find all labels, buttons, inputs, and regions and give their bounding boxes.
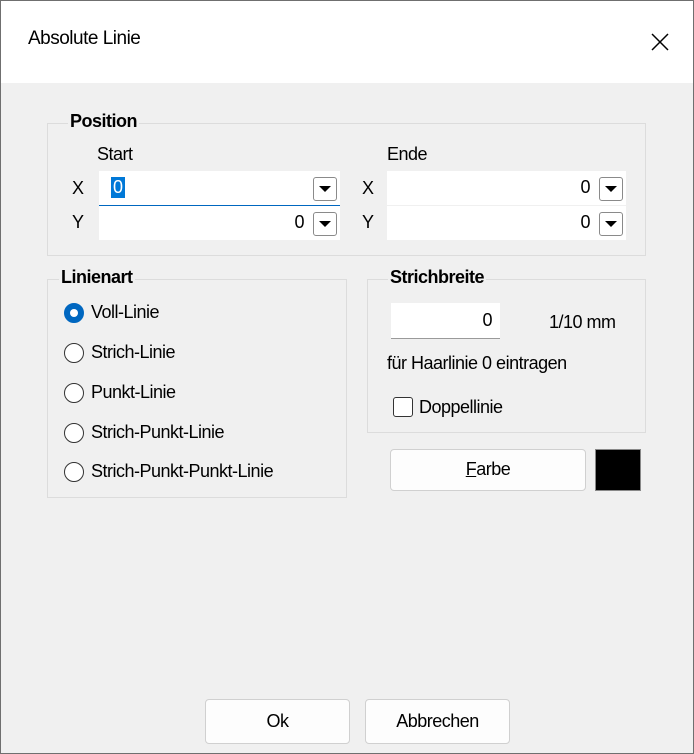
strichbreite-group-title: Strichbreite <box>388 267 487 288</box>
close-button[interactable] <box>637 19 683 65</box>
farbe-mnemonic: F <box>465 459 477 479</box>
chevron-down-icon[interactable] <box>313 177 337 201</box>
title-bar: Absolute Linie <box>1 1 693 83</box>
doppellinie-checkbox-row[interactable]: Doppellinie <box>393 396 543 420</box>
end-label: Ende <box>387 144 428 164</box>
chevron-down-icon[interactable] <box>313 212 337 236</box>
cancel-button[interactable]: Abbrechen <box>365 699 510 744</box>
farbe-rest: arbe <box>476 459 511 479</box>
farbe-button-label: Farbe <box>391 459 585 480</box>
window-title: Absolute Linie <box>28 28 141 49</box>
start-label: Start <box>97 144 133 164</box>
radio-button[interactable] <box>64 462 84 482</box>
doppellinie-checkbox[interactable] <box>393 397 413 417</box>
ok-button-label: Ok <box>266 711 289 731</box>
end-x-combo[interactable]: 0 <box>387 171 626 205</box>
strichbreite-hint: für Haarlinie 0 eintragen <box>387 353 567 373</box>
radio-button[interactable] <box>64 383 84 403</box>
start-y-value: 0 <box>294 212 304 232</box>
radio-button[interactable] <box>64 423 84 443</box>
start-x-combo[interactable]: 0 <box>99 171 340 207</box>
strichbreite-input[interactable]: 0 <box>391 303 500 339</box>
start-y-label: Y <box>72 212 84 232</box>
chevron-down-icon[interactable] <box>599 212 623 236</box>
linienart-group-title: Linienart <box>59 267 135 288</box>
farbe-button[interactable]: Farbe <box>390 449 586 491</box>
color-swatch[interactable] <box>595 449 641 491</box>
cancel-button-label: Abbrechen <box>396 711 479 731</box>
start-x-label: X <box>72 178 84 198</box>
end-x-label: X <box>362 178 374 198</box>
radio-label: Strich-Punkt-Linie <box>91 422 225 442</box>
radio-label: Voll-Linie <box>91 302 160 322</box>
strichbreite-unit: 1/10 mm <box>549 312 616 332</box>
dialog-window: Absolute Linie Position Start Ende X Y X… <box>0 0 694 754</box>
start-x-value: 0 <box>111 177 125 198</box>
end-x-value: 0 <box>580 177 590 197</box>
radio-button[interactable] <box>64 303 84 323</box>
chevron-down-icon[interactable] <box>599 177 623 201</box>
end-y-label: Y <box>362 212 374 232</box>
end-y-combo[interactable]: 0 <box>387 206 626 240</box>
end-y-value: 0 <box>580 212 590 232</box>
radio-button[interactable] <box>64 343 84 363</box>
position-group-title: Position <box>68 111 139 132</box>
strichbreite-value: 0 <box>482 310 492 330</box>
close-icon <box>651 33 669 51</box>
start-y-combo[interactable]: 0 <box>99 206 340 240</box>
radio-label: Punkt-Linie <box>91 382 176 402</box>
doppellinie-label: Doppellinie <box>419 397 503 417</box>
radio-label: Strich-Linie <box>91 342 176 362</box>
ok-button[interactable]: Ok <box>205 699 350 744</box>
radio-label: Strich-Punkt-Punkt-Linie <box>91 461 274 481</box>
